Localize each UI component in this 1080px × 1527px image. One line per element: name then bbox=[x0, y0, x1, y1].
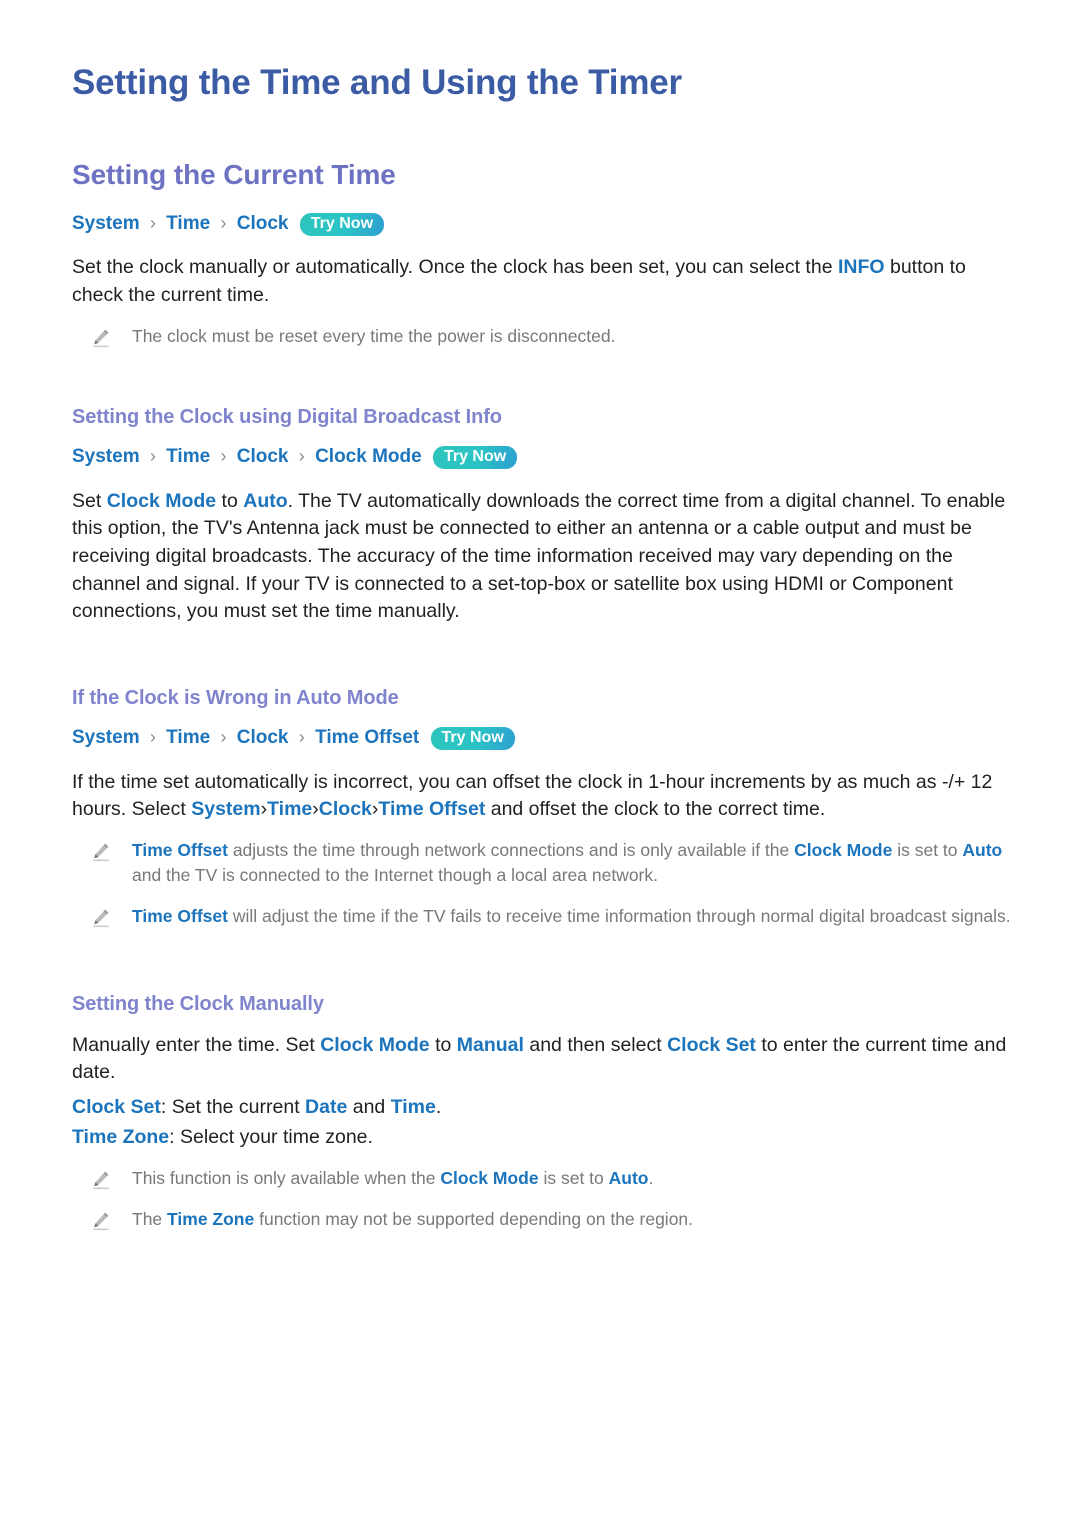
paragraph-clock-wrong: If the time set automatically is incorre… bbox=[72, 769, 1018, 824]
note-text: The Time Zone function may not be suppor… bbox=[132, 1207, 693, 1232]
chevron-right-icon: › bbox=[298, 726, 305, 747]
definition-clock-set: Clock Set: Set the current Date and Time… bbox=[72, 1093, 1018, 1123]
paragraph-clock-manual: Manually enter the time. Set Clock Mode … bbox=[72, 1032, 1018, 1087]
chevron-right-icon: › bbox=[149, 445, 156, 466]
keyword-auto: Auto bbox=[962, 840, 1003, 861]
text-fragment: and then select bbox=[523, 1033, 668, 1056]
text-fragment: to bbox=[429, 1033, 457, 1056]
breadcrumb-item-clock-mode[interactable]: Clock Mode bbox=[315, 446, 422, 467]
try-now-badge[interactable]: Try Now bbox=[430, 726, 515, 751]
text-fragment: : Select your time zone. bbox=[169, 1125, 373, 1148]
note-item: Time Offset adjusts the time through net… bbox=[72, 838, 1018, 888]
text-fragment: and bbox=[347, 1095, 391, 1118]
pencil-icon bbox=[90, 327, 112, 349]
note-item: Time Offset will adjust the time if the … bbox=[72, 904, 1018, 929]
keyword-system: System bbox=[191, 798, 261, 821]
section-heading-clock-wrong: If the Clock is Wrong in Auto Mode bbox=[72, 686, 399, 709]
breadcrumb-item-time[interactable]: Time bbox=[166, 727, 210, 748]
pencil-icon bbox=[90, 1169, 112, 1191]
keyword-clock-set: Clock Set bbox=[667, 1033, 756, 1056]
chevron-right-icon: › bbox=[149, 726, 156, 747]
keyword-time: Time bbox=[267, 798, 313, 821]
keyword-clock-mode: Clock Mode bbox=[320, 1033, 430, 1056]
section-heading-clock-manual: Setting the Clock Manually bbox=[72, 992, 324, 1015]
section-clock-wrong: If the Clock is Wrong in Auto Mode Syste… bbox=[72, 686, 1018, 930]
section-clock-manual: Setting the Clock Manually Manually ente… bbox=[72, 992, 1018, 1233]
section-heading-current-time: Setting the Current Time bbox=[72, 159, 396, 190]
note-text: The clock must be reset every time the p… bbox=[132, 325, 616, 346]
keyword-time-offset: Time Offset bbox=[378, 798, 486, 821]
note-text: Time Offset adjusts the time through net… bbox=[132, 838, 1018, 888]
text-fragment: and the TV is connected to the Internet … bbox=[132, 865, 658, 886]
text-fragment: and offset the clock to the correct time… bbox=[485, 798, 826, 821]
text-fragment: . bbox=[435, 1095, 442, 1118]
text-fragment: This function is only available when the bbox=[132, 1168, 441, 1189]
breadcrumb-digital-broadcast: System › Time › Clock › Clock Mode Try N… bbox=[72, 445, 1018, 470]
keyword-clock-mode: Clock Mode bbox=[106, 489, 217, 512]
definition-time-zone: Time Zone: Select your time zone. bbox=[72, 1123, 1018, 1153]
keyword-time-offset: Time Offset bbox=[132, 840, 228, 861]
breadcrumb-clock-wrong: System › Time › Clock › Time Offset Try … bbox=[72, 726, 1018, 751]
breadcrumb-item-clock[interactable]: Clock bbox=[237, 213, 289, 234]
breadcrumb-item-time-offset[interactable]: Time Offset bbox=[315, 727, 419, 748]
text-fragment: The bbox=[132, 1209, 168, 1230]
text-fragment: is set to bbox=[538, 1168, 609, 1189]
text-fragment: : Set the current bbox=[160, 1095, 306, 1118]
text-fragment: to bbox=[216, 489, 244, 512]
chevron-right-icon: › bbox=[149, 212, 156, 233]
text-fragment: is set to bbox=[892, 840, 963, 861]
breadcrumb-item-system[interactable]: System bbox=[72, 446, 140, 467]
keyword-auto: Auto bbox=[243, 489, 288, 512]
keyword-time-zone: Time Zone bbox=[167, 1209, 255, 1230]
keyword-date: Date bbox=[305, 1095, 348, 1118]
keyword-manual: Manual bbox=[456, 1033, 524, 1056]
text-fragment: will adjust the time if the TV fails to … bbox=[227, 906, 1011, 927]
keyword-clock-mode: Clock Mode bbox=[794, 840, 893, 861]
chevron-right-icon: › bbox=[220, 726, 227, 747]
keyword-info: INFO bbox=[837, 256, 885, 279]
try-now-badge[interactable]: Try Now bbox=[432, 445, 518, 470]
chevron-right-icon: › bbox=[220, 445, 227, 466]
paragraph-digital-broadcast: Set Clock Mode to Auto. The TV automatic… bbox=[72, 488, 1018, 626]
pencil-icon bbox=[90, 1210, 112, 1232]
section-heading-digital-broadcast: Setting the Clock using Digital Broadcas… bbox=[72, 405, 502, 428]
note-item: This function is only available when the… bbox=[72, 1166, 1018, 1191]
keyword-time-offset: Time Offset bbox=[132, 906, 228, 927]
section-digital-broadcast: Setting the Clock using Digital Broadcas… bbox=[72, 405, 1018, 626]
paragraph-current-time: Set the clock manually or automatically.… bbox=[72, 254, 1018, 309]
keyword-auto: Auto bbox=[608, 1168, 649, 1189]
chevron-right-icon: › bbox=[220, 212, 227, 233]
document-page: Setting the Time and Using the Timer Set… bbox=[0, 0, 1080, 1527]
breadcrumb-item-time[interactable]: Time bbox=[166, 213, 210, 234]
note-text: Time Offset will adjust the time if the … bbox=[132, 904, 1011, 929]
keyword-clock-mode: Clock Mode bbox=[440, 1168, 539, 1189]
keyword-time: Time bbox=[390, 1095, 436, 1118]
breadcrumb-item-clock[interactable]: Clock bbox=[237, 446, 289, 467]
breadcrumb-current-time: System › Time › Clock Try Now bbox=[72, 212, 1018, 237]
section-current-time: Setting the Current Time System › Time ›… bbox=[72, 158, 1018, 349]
pencil-icon bbox=[90, 907, 112, 929]
breadcrumb-item-system[interactable]: System bbox=[72, 727, 140, 748]
breadcrumb-item-system[interactable]: System bbox=[72, 213, 140, 234]
note-item: The clock must be reset every time the p… bbox=[72, 324, 1018, 349]
note-text: This function is only available when the… bbox=[132, 1166, 653, 1191]
try-now-badge[interactable]: Try Now bbox=[299, 212, 385, 236]
text-fragment: Manually enter the time. Set bbox=[72, 1033, 321, 1056]
text-fragment: . bbox=[648, 1168, 654, 1189]
breadcrumb-item-clock[interactable]: Clock bbox=[237, 727, 289, 748]
page-title: Setting the Time and Using the Timer bbox=[72, 63, 682, 102]
chevron-right-icon: › bbox=[298, 445, 305, 466]
text-fragment: Set the clock manually or automatically.… bbox=[72, 256, 838, 279]
breadcrumb-item-time[interactable]: Time bbox=[166, 446, 210, 467]
definition-term: Time Zone bbox=[72, 1125, 170, 1148]
text-fragment: adjusts the time through network connect… bbox=[227, 840, 795, 861]
pencil-icon bbox=[90, 841, 112, 863]
keyword-clock: Clock bbox=[318, 798, 372, 821]
text-fragment: Set bbox=[72, 489, 107, 512]
definition-term: Clock Set bbox=[72, 1095, 161, 1118]
text-fragment: function may not be supported depending … bbox=[254, 1209, 694, 1230]
note-item: The Time Zone function may not be suppor… bbox=[72, 1207, 1018, 1232]
